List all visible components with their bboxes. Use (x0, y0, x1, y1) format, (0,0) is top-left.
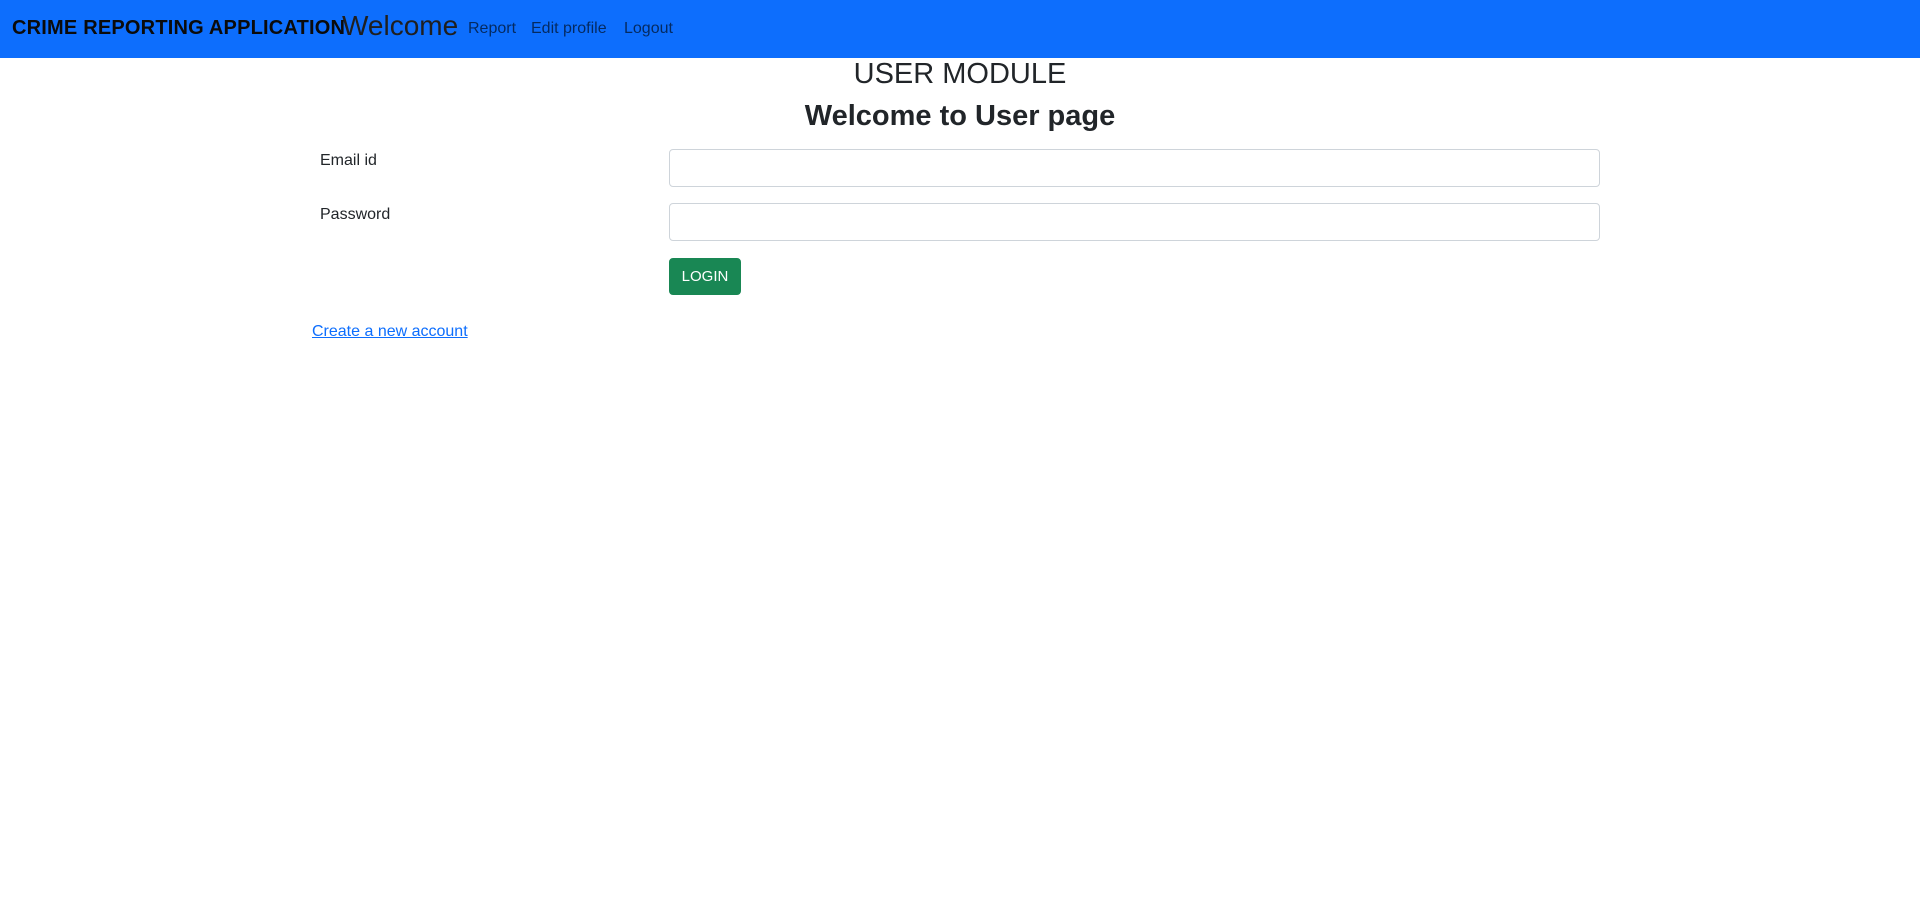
password-label: Password (320, 206, 391, 223)
top-navbar: CRIME REPORTING APPLICATION Welcome Repo… (0, 0, 1920, 58)
nav-link-edit-profile[interactable]: Edit profile (531, 20, 607, 38)
module-title: USER MODULE (853, 58, 1067, 90)
page-title: Welcome to User page (804, 100, 1116, 132)
brand-link[interactable]: CRIME REPORTING APPLICATION (12, 17, 345, 40)
login-button[interactable]: LOGIN (669, 258, 741, 295)
nav-link-report[interactable]: Report (468, 20, 516, 38)
create-account-link[interactable]: Create a new account (312, 323, 468, 341)
welcome-text: Welcome (342, 10, 459, 41)
email-field[interactable] (669, 149, 1600, 187)
email-label: Email id (320, 152, 377, 169)
nav-link-logout[interactable]: Logout (624, 20, 673, 38)
password-field[interactable] (669, 203, 1600, 241)
